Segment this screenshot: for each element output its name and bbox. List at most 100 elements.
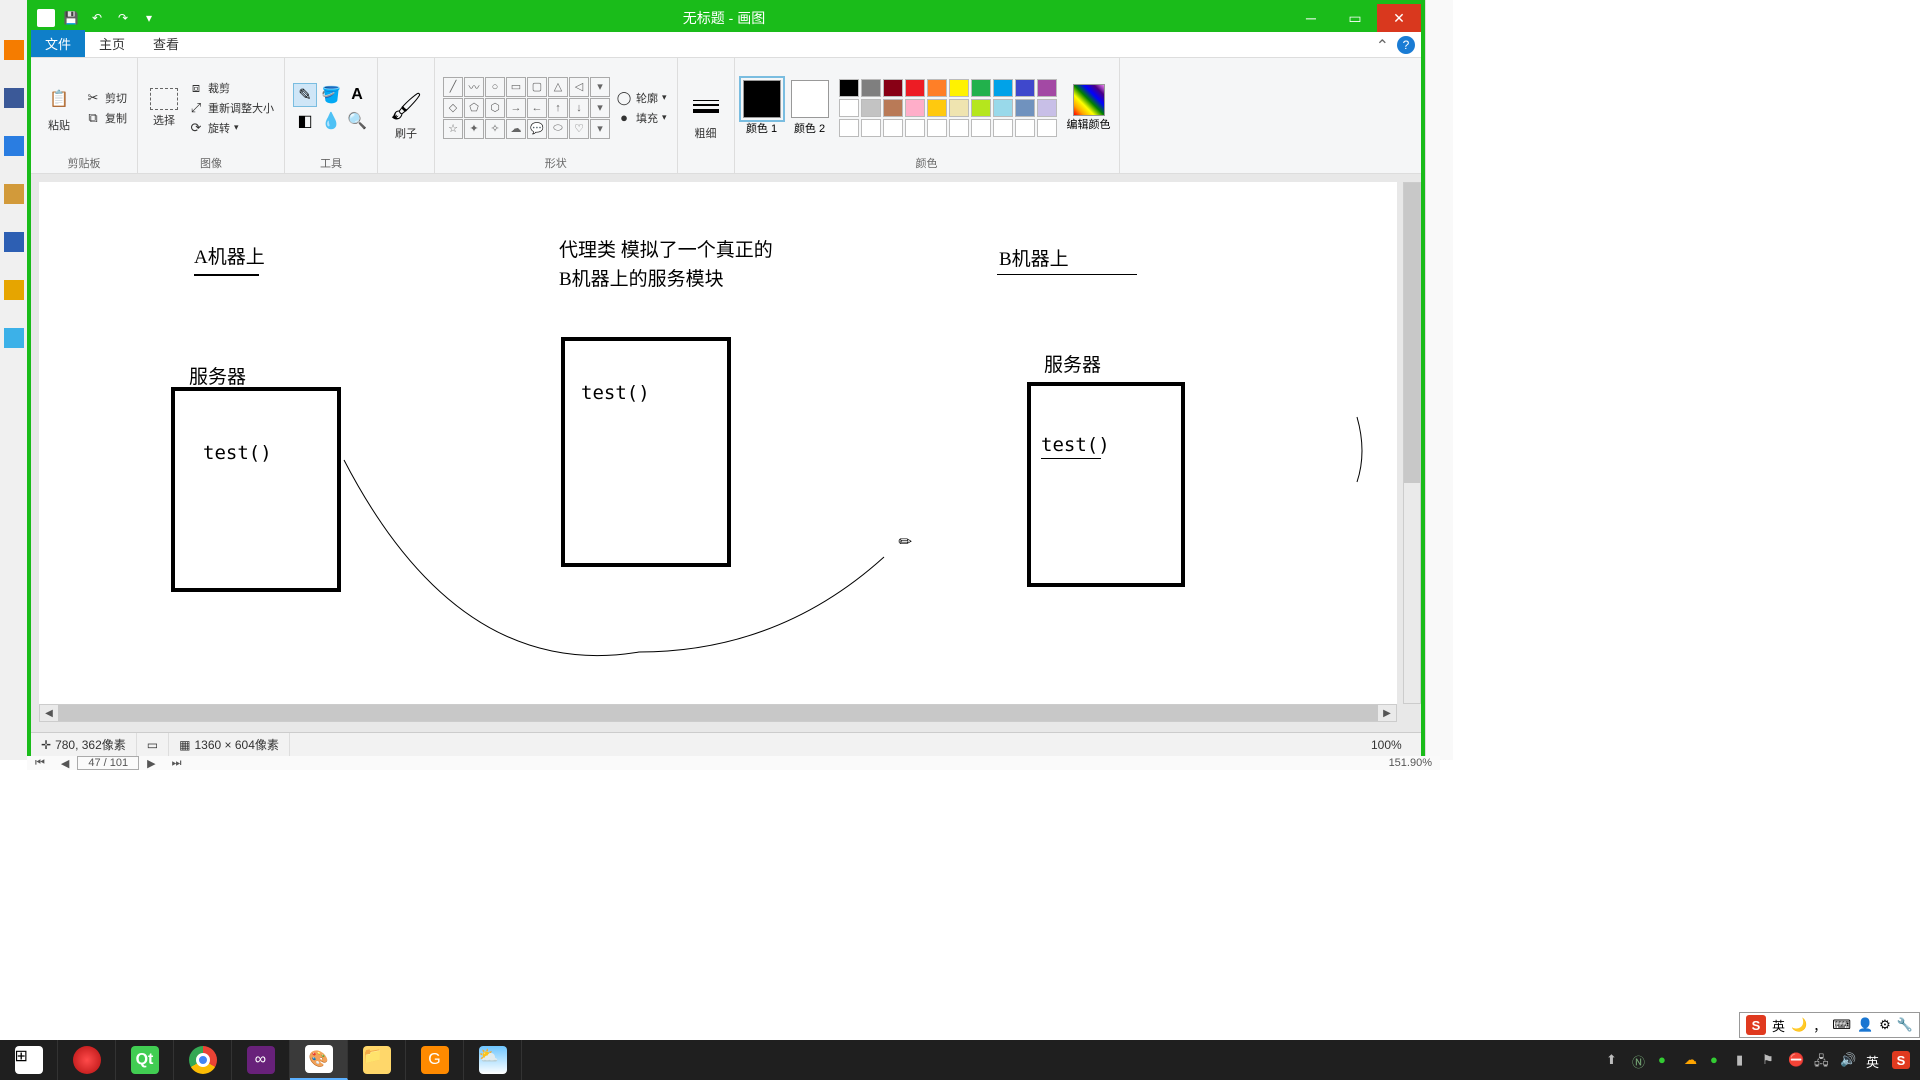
- tray-volume-icon[interactable]: 🔊: [1840, 1052, 1856, 1068]
- shape-fill-button[interactable]: ●填充▾: [614, 109, 669, 127]
- palette-color[interactable]: [927, 99, 947, 117]
- tray-icon[interactable]: ⬆: [1606, 1052, 1622, 1068]
- thickness-button[interactable]: 粗细: [686, 89, 726, 143]
- qat-save-icon[interactable]: 💾: [61, 8, 81, 28]
- task-foxit[interactable]: G: [406, 1040, 464, 1080]
- palette-color[interactable]: [993, 99, 1013, 117]
- paste-button[interactable]: 📋 粘贴: [39, 81, 79, 135]
- tab-home[interactable]: 主页: [85, 30, 139, 57]
- task-paint[interactable]: 🎨: [290, 1040, 348, 1080]
- tray-no-entry-icon[interactable]: ⛔: [1788, 1052, 1804, 1068]
- palette-color[interactable]: [1037, 79, 1057, 97]
- task-weather[interactable]: ⛅: [464, 1040, 522, 1080]
- qat-dropdown-icon[interactable]: ▾: [139, 8, 159, 28]
- tray-icon[interactable]: Ⓝ: [1632, 1052, 1648, 1068]
- cut-button[interactable]: ✂剪切: [83, 89, 129, 107]
- palette-color[interactable]: [927, 119, 947, 137]
- vertical-scrollbar[interactable]: [1403, 182, 1421, 704]
- palette-color[interactable]: [861, 119, 881, 137]
- palette-color[interactable]: [1015, 119, 1035, 137]
- ime-tool-icon: 🔧: [1897, 1017, 1913, 1033]
- palette-color[interactable]: [905, 99, 925, 117]
- palette-color[interactable]: [839, 79, 859, 97]
- palette-color[interactable]: [993, 79, 1013, 97]
- task-explorer[interactable]: 📁: [348, 1040, 406, 1080]
- color-palette: [839, 79, 1057, 137]
- crop-button[interactable]: ⧈裁剪: [186, 79, 276, 97]
- palette-color[interactable]: [971, 119, 991, 137]
- resize-button[interactable]: ⤢重新调整大小: [186, 99, 276, 117]
- thickness-icon: [690, 91, 722, 123]
- palette-color[interactable]: [883, 119, 903, 137]
- collapse-ribbon-icon[interactable]: ⌃: [1376, 36, 1389, 56]
- minimize-button[interactable]: ─: [1289, 4, 1333, 32]
- horizontal-scrollbar[interactable]: ◀▶: [39, 704, 1397, 722]
- canvas[interactable]: A机器上 代理类 模拟了一个真正的B机器上的服务模块 B机器上 服务器 test…: [39, 182, 1397, 704]
- tray-icon[interactable]: ●: [1658, 1052, 1674, 1068]
- task-record[interactable]: [58, 1040, 116, 1080]
- canvas-area: A机器上 代理类 模拟了一个真正的B机器上的服务模块 B机器上 服务器 test…: [31, 174, 1421, 728]
- tray-lang[interactable]: 英: [1866, 1052, 1882, 1068]
- rotate-button[interactable]: ⟳旋转▾: [186, 119, 276, 137]
- palette-color[interactable]: [971, 99, 991, 117]
- color-picker-tool[interactable]: 💧: [319, 109, 343, 133]
- bg-icon: [4, 40, 24, 60]
- palette-color[interactable]: [1037, 99, 1057, 117]
- palette-color[interactable]: [1015, 79, 1035, 97]
- qat-redo-icon[interactable]: ↷: [113, 8, 133, 28]
- tab-file[interactable]: 文件: [31, 30, 85, 57]
- palette-color[interactable]: [1015, 99, 1035, 117]
- tray-icon[interactable]: ●: [1710, 1052, 1726, 1068]
- palette-color[interactable]: [883, 79, 903, 97]
- color1-button[interactable]: 颜色 1: [743, 80, 781, 136]
- tray-network-icon[interactable]: 🖧: [1814, 1052, 1830, 1068]
- sogou-icon: S: [1746, 1015, 1766, 1035]
- palette-color[interactable]: [883, 99, 903, 117]
- palette-color[interactable]: [993, 119, 1013, 137]
- start-button[interactable]: ⊞: [0, 1040, 58, 1080]
- app-icon: [37, 9, 55, 27]
- ime-floating-bar[interactable]: S 英 🌙 ， ⌨ 👤 ⚙ 🔧: [1739, 1012, 1920, 1038]
- tray-icon[interactable]: ☁: [1684, 1052, 1700, 1068]
- select-button[interactable]: 选择: [146, 86, 182, 130]
- label-server-b: 服务器: [1044, 350, 1101, 377]
- palette-color[interactable]: [971, 79, 991, 97]
- close-button[interactable]: ✕: [1377, 4, 1421, 32]
- palette-color[interactable]: [905, 119, 925, 137]
- palette-color[interactable]: [1037, 119, 1057, 137]
- fill-tool[interactable]: 🪣: [319, 83, 343, 107]
- maximize-button[interactable]: ▭: [1333, 4, 1377, 32]
- qat-undo-icon[interactable]: ↶: [87, 8, 107, 28]
- copy-button[interactable]: ⧉复制: [83, 109, 129, 127]
- palette-color[interactable]: [949, 119, 969, 137]
- magnifier-tool[interactable]: 🔍: [345, 109, 369, 133]
- tab-view[interactable]: 查看: [139, 30, 193, 57]
- bg-icon: [4, 136, 24, 156]
- palette-color[interactable]: [861, 79, 881, 97]
- color2-button[interactable]: 颜色 2: [791, 80, 829, 136]
- palette-color[interactable]: [905, 79, 925, 97]
- edit-colors-button[interactable]: 编辑颜色: [1067, 84, 1111, 132]
- ribbon-tabs: 文件 主页 查看 ⌃ ?: [31, 32, 1421, 58]
- tray-icon[interactable]: ▮: [1736, 1052, 1752, 1068]
- text-tool[interactable]: A: [345, 83, 369, 107]
- pencil-tool[interactable]: ✎: [293, 83, 317, 107]
- task-chrome[interactable]: [174, 1040, 232, 1080]
- brush-button[interactable]: 🖌 刷子: [386, 89, 426, 143]
- palette-color[interactable]: [839, 99, 859, 117]
- shape-outline-button[interactable]: ◯轮廓▾: [614, 89, 669, 107]
- palette-color[interactable]: [839, 119, 859, 137]
- task-qt[interactable]: Qt: [116, 1040, 174, 1080]
- palette-color[interactable]: [861, 99, 881, 117]
- shapes-gallery[interactable]: ╱〰○▭▢△◁▾ ◇⬠⬡→←↑↓▾ ☆✦✧☁💬⬭♡▾: [443, 77, 610, 139]
- palette-color[interactable]: [927, 79, 947, 97]
- task-vs[interactable]: ∞: [232, 1040, 290, 1080]
- palette-color[interactable]: [949, 79, 969, 97]
- tray-sogou-icon[interactable]: S: [1892, 1051, 1910, 1069]
- text-test-b: test(): [1041, 434, 1110, 456]
- tray-icon[interactable]: ⚑: [1762, 1052, 1778, 1068]
- eraser-tool[interactable]: ◧: [293, 109, 317, 133]
- palette-color[interactable]: [949, 99, 969, 117]
- help-icon[interactable]: ?: [1397, 36, 1415, 54]
- selection-size-icon: ▭: [147, 738, 158, 752]
